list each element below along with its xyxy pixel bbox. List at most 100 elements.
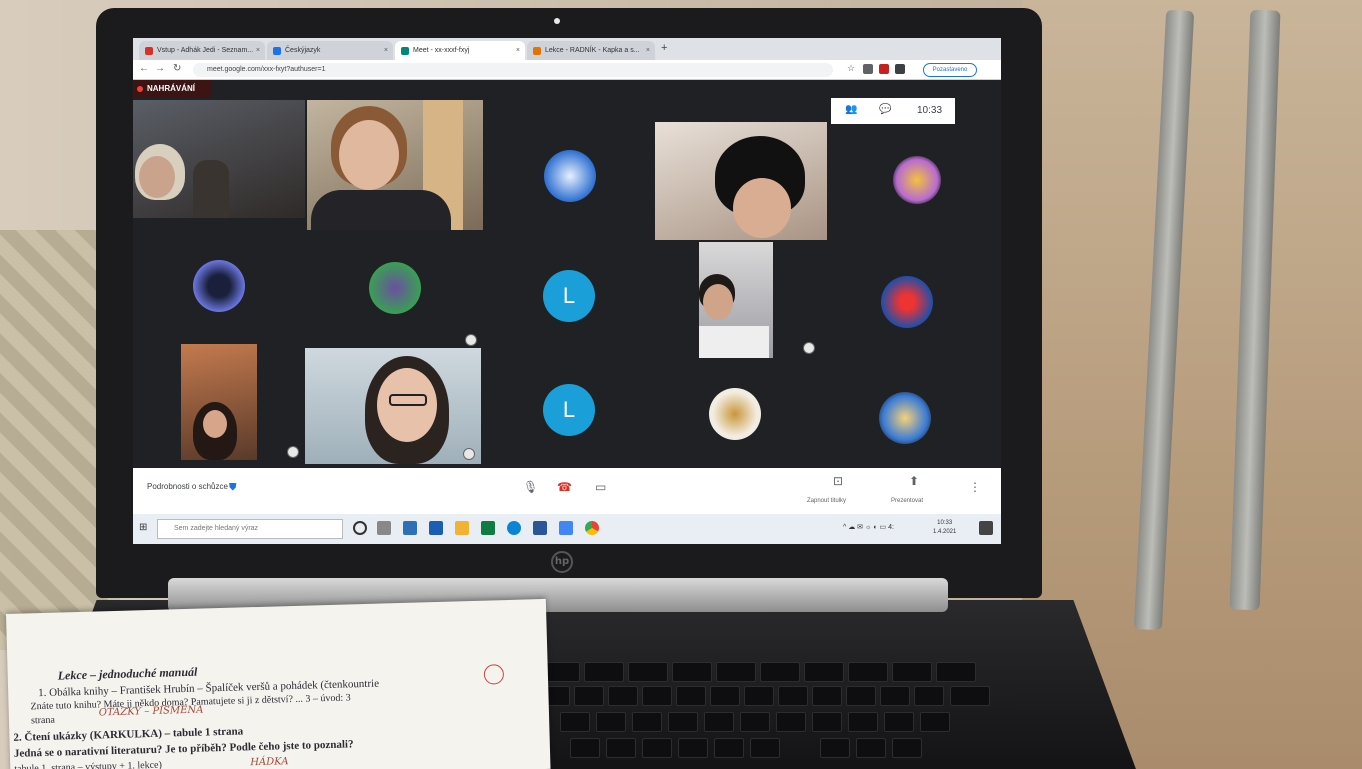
participant-avatar[interactable] xyxy=(879,392,931,444)
shield-icon[interactable]: ⛊ xyxy=(229,482,237,493)
close-icon[interactable]: × xyxy=(646,41,650,60)
key xyxy=(892,662,932,682)
tray-time: 10:33 xyxy=(937,520,953,526)
participant-avatar[interactable] xyxy=(544,150,596,202)
back-icon[interactable]: ← xyxy=(139,63,149,74)
key xyxy=(584,662,624,682)
new-tab-button[interactable]: + xyxy=(661,42,667,54)
key xyxy=(704,712,734,732)
task-view-icon[interactable] xyxy=(377,521,391,535)
mail-favicon-icon xyxy=(145,47,153,55)
hp-logo: hp xyxy=(551,551,573,573)
participant-avatar[interactable] xyxy=(893,156,941,204)
reload-icon[interactable]: ↻ xyxy=(173,63,181,74)
participant-video[interactable] xyxy=(181,344,257,460)
handwritten-note: OTÁZKY – PÍSMENA xyxy=(98,704,204,719)
chrome-icon[interactable] xyxy=(585,521,599,535)
close-icon[interactable]: × xyxy=(384,41,388,60)
store-icon[interactable] xyxy=(429,521,443,535)
recording-badge: NAHRÁVÁNÍ xyxy=(133,80,211,98)
windows-taskbar: ⊞ Sem zadejte hledaný výraz ^ ☁ ✉ ☼ ◐ ▭ … xyxy=(133,514,1001,544)
people-icon[interactable]: 👥 xyxy=(845,104,857,115)
key xyxy=(632,712,662,732)
participant-video[interactable] xyxy=(307,100,483,230)
file-explorer-icon[interactable] xyxy=(455,521,469,535)
notifications-icon[interactable] xyxy=(979,521,993,535)
app-icon[interactable] xyxy=(559,521,573,535)
tab-lesson[interactable]: Lekce - RADNÍK - Kapka a s... × xyxy=(527,41,655,60)
camera-icon[interactable]: ▭ xyxy=(595,480,606,494)
worksheet-line: strana xyxy=(30,714,56,727)
participant-avatar[interactable] xyxy=(709,388,761,440)
participant-video[interactable] xyxy=(133,100,305,218)
key xyxy=(628,662,668,682)
mail-icon[interactable] xyxy=(403,521,417,535)
key xyxy=(560,712,590,732)
close-icon[interactable]: × xyxy=(516,41,520,60)
participant-avatar[interactable] xyxy=(193,260,245,312)
participant-video[interactable] xyxy=(699,242,773,358)
tab-label: Lekce - RADNÍK - Kapka a s... xyxy=(545,47,640,54)
more-options-icon[interactable]: ⋮ xyxy=(969,480,981,494)
forward-icon[interactable]: → xyxy=(155,63,165,74)
tab-label: Českýjazyk xyxy=(285,47,321,54)
key xyxy=(744,686,774,706)
key xyxy=(884,712,914,732)
pin-icon[interactable] xyxy=(803,342,815,354)
captions-icon[interactable]: ⊡ xyxy=(833,474,843,488)
classroom-favicon-icon xyxy=(273,47,281,55)
meeting-details-button[interactable]: Podrobnosti o schůzce xyxy=(147,482,228,491)
windows-start-icon[interactable]: ⊞ xyxy=(139,522,147,533)
tab-classroom[interactable]: Českýjazyk × xyxy=(267,41,393,60)
bookmark-star-icon[interactable]: ☆ xyxy=(847,63,855,74)
key xyxy=(740,712,770,732)
word-icon[interactable] xyxy=(533,521,547,535)
taskbar-search[interactable]: Sem zadejte hledaný výraz xyxy=(157,519,343,539)
key xyxy=(820,738,850,758)
key xyxy=(936,662,976,682)
participant-video[interactable] xyxy=(305,348,481,464)
hang-up-icon[interactable]: ☎ xyxy=(557,480,572,494)
chat-icon[interactable]: 💬 xyxy=(879,104,891,115)
participant-face xyxy=(203,410,227,438)
profile-label: Pozastaveno xyxy=(932,67,968,73)
browser-toolbar: ← → ↻ meet.google.com/xxx-fxyt?authuser=… xyxy=(133,60,1001,80)
key xyxy=(846,686,876,706)
participant-avatar[interactable] xyxy=(881,276,933,328)
tab-label: Meet - xx-xxxf-fxyj xyxy=(413,47,470,54)
handwritten-note: HÁDKA xyxy=(250,756,289,769)
key xyxy=(570,738,600,758)
participant-body xyxy=(699,326,769,358)
cortana-icon[interactable] xyxy=(353,521,367,535)
tray-date: 1.4.2021 xyxy=(933,529,957,535)
participant-face xyxy=(139,156,175,198)
participant-initial-avatar[interactable]: L xyxy=(543,270,595,322)
extension-icon[interactable] xyxy=(863,64,873,74)
browser-tab-bar: Vstup - Adhák Jedi - Seznam... × Českýja… xyxy=(133,38,1001,60)
excel-icon[interactable] xyxy=(481,521,495,535)
participant-avatar[interactable] xyxy=(369,262,421,314)
system-tray[interactable]: ^ ☁ ✉ ☼ ◐ ▭ 4: xyxy=(843,523,894,531)
participant-video[interactable] xyxy=(655,122,827,240)
address-bar[interactable]: meet.google.com/xxx-fxyt?authuser=1 xyxy=(193,63,833,77)
key xyxy=(778,686,808,706)
tab-meet[interactable]: Meet - xx-xxxf-fxyj × xyxy=(395,41,525,60)
puzzle-icon[interactable] xyxy=(895,64,905,74)
close-icon[interactable]: × xyxy=(256,41,260,60)
tab-mail[interactable]: Vstup - Adhák Jedi - Seznam... × xyxy=(139,41,265,60)
pin-icon[interactable] xyxy=(463,448,475,460)
extension-icon[interactable] xyxy=(879,64,889,74)
laptop-keyboard xyxy=(540,662,1100,769)
pin-icon[interactable] xyxy=(287,446,299,458)
edge-icon[interactable] xyxy=(507,521,521,535)
microphone-icon[interactable]: 🎙 xyxy=(523,480,538,494)
key xyxy=(716,662,756,682)
tray-clock[interactable]: 10:33 1.4.2021 xyxy=(933,519,956,537)
participant-face xyxy=(733,178,791,238)
pin-icon[interactable] xyxy=(465,334,477,346)
present-icon[interactable]: ⬆ xyxy=(909,474,919,488)
participant-initial-avatar[interactable]: L xyxy=(543,384,595,436)
key xyxy=(880,686,910,706)
profile-button[interactable]: Pozastaveno xyxy=(923,63,977,77)
key xyxy=(892,738,922,758)
